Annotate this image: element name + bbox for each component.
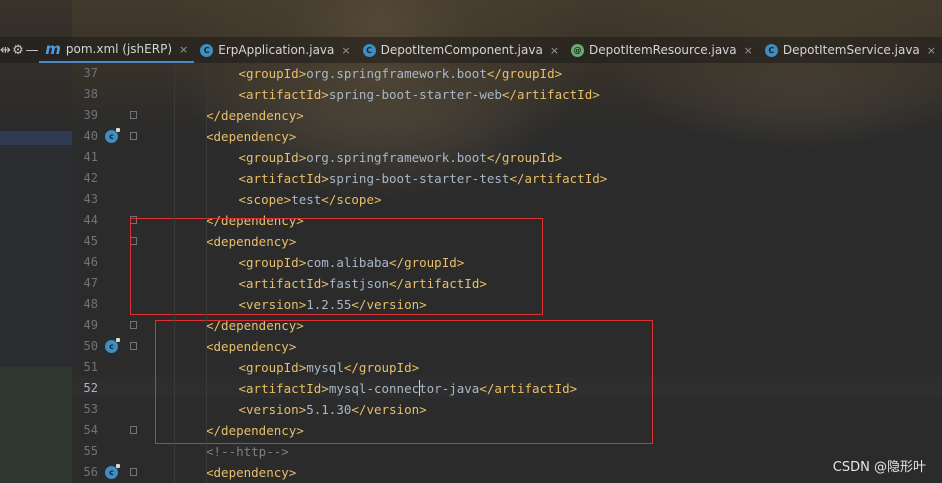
- fold-marker-icon[interactable]: [130, 342, 137, 350]
- spring-resource-icon: @: [571, 43, 585, 57]
- fold-marker-icon[interactable]: [130, 111, 137, 119]
- project-panel-edge: [0, 0, 72, 483]
- tab-label: DepotItemComponent.java: [380, 43, 543, 57]
- line-number: 43: [83, 192, 98, 206]
- editor-tab-bar: ⇹ ⚙ — m pom.xml (jshERP) × C ErpApplication.…: [0, 37, 942, 63]
- xml-tag: </groupId>: [486, 150, 563, 165]
- code-text: <artifactId>spring-boot-starter-test</ar…: [239, 168, 608, 189]
- dependency-gutter-icon[interactable]: c: [105, 128, 120, 143]
- highlight-box-mysql: [155, 320, 653, 444]
- line-number: 40: [83, 129, 98, 143]
- xml-tag: <artifactId>: [238, 171, 329, 186]
- close-tab-icon[interactable]: ×: [927, 44, 936, 57]
- highlight-box-fastjson: [130, 218, 543, 315]
- code-line[interactable]: 41 <groupId>org.springframework.boot</gro…: [72, 147, 942, 168]
- code-line[interactable]: 42 <artifactId>spring-boot-starter-test</…: [72, 168, 942, 189]
- xml-tag: <groupId>: [238, 66, 307, 81]
- tab-label: ErpApplication.java: [218, 43, 335, 57]
- xml-tag: </dependency>: [206, 108, 304, 123]
- editor-tab[interactable]: m pom.xml (jshERP) ×: [39, 37, 195, 63]
- xml-text: org.springframework.boot: [306, 150, 487, 165]
- tab-label: DepotItemService.java: [782, 43, 920, 57]
- line-number: 55: [83, 444, 98, 458]
- xml-text: spring-boot-starter-test: [328, 171, 510, 186]
- line-number: 48: [83, 297, 98, 311]
- xml-comment: <!--http-->: [206, 444, 289, 459]
- line-number: 38: [83, 87, 98, 101]
- xml-tag: <dependency>: [206, 465, 297, 480]
- editor-tab[interactable]: C DepotItemComponent.java ×: [357, 37, 565, 63]
- line-number: 53: [83, 402, 98, 416]
- editor-tab[interactable]: C DepotItemService.java ×: [759, 37, 942, 63]
- settings-gear-icon[interactable]: ⚙: [11, 37, 25, 63]
- line-number: 37: [83, 66, 98, 80]
- code-line[interactable]: 37 <groupId>org.springframework.boot</gro…: [72, 63, 942, 84]
- code-text: </dependency>: [206, 105, 304, 126]
- line-number: 45: [83, 234, 98, 248]
- indent-guide: [174, 63, 175, 483]
- xml-text: spring-boot-starter-web: [328, 87, 502, 102]
- dependency-gutter-icon[interactable]: c: [105, 464, 120, 479]
- editor-tab[interactable]: C ErpApplication.java ×: [194, 37, 356, 63]
- line-number: 47: [83, 276, 98, 290]
- close-tab-icon[interactable]: ×: [744, 44, 753, 57]
- project-panel-block: [0, 367, 72, 483]
- code-line[interactable]: 56 c <dependency>: [72, 462, 942, 483]
- split-arrows-icon[interactable]: ⇹: [0, 37, 11, 63]
- xml-text: test: [291, 192, 322, 207]
- xml-tag: </groupId>: [486, 66, 563, 81]
- xml-text: org.springframework.boot: [306, 66, 487, 81]
- tab-label: pom.xml (jshERP): [65, 42, 173, 56]
- code-text: <!--http-->: [206, 441, 289, 462]
- line-number: 41: [83, 150, 98, 164]
- fold-marker-icon[interactable]: [130, 468, 137, 476]
- line-number: 46: [83, 255, 98, 269]
- code-line[interactable]: 55 <!--http-->: [72, 441, 942, 462]
- java-class-icon: C: [362, 43, 376, 57]
- xml-tag: <artifactId>: [238, 87, 329, 102]
- hide-panel-icon[interactable]: —: [25, 37, 39, 63]
- dependency-gutter-icon[interactable]: c: [105, 338, 120, 353]
- xml-tag: <groupId>: [238, 150, 307, 165]
- line-number: 42: [83, 171, 98, 185]
- line-number: 50: [83, 339, 98, 353]
- line-number: 54: [83, 423, 98, 437]
- code-text: <groupId>org.springframework.boot</group…: [239, 63, 563, 84]
- line-number: 56: [83, 465, 98, 479]
- close-tab-icon[interactable]: ×: [179, 43, 188, 56]
- line-number: 39: [83, 108, 98, 122]
- code-text: <artifactId>spring-boot-starter-web</art…: [239, 84, 600, 105]
- fold-marker-icon[interactable]: [130, 426, 137, 434]
- indent-guide: [206, 63, 207, 483]
- code-text: <scope>test</scope>: [239, 189, 382, 210]
- xml-tag: </artifactId>: [501, 87, 600, 102]
- code-text: <dependency>: [206, 462, 296, 483]
- line-number: 44: [83, 213, 98, 227]
- code-text: <dependency>: [206, 126, 296, 147]
- xml-tag: </scope>: [321, 192, 382, 207]
- maven-file-icon: m: [45, 40, 61, 58]
- fold-marker-icon[interactable]: [130, 132, 137, 140]
- code-line[interactable]: 43 <scope>test</scope>: [72, 189, 942, 210]
- fold-marker-icon[interactable]: [130, 321, 137, 329]
- java-class-icon: C: [764, 43, 778, 57]
- line-number: 49: [83, 318, 98, 332]
- line-number: 52: [83, 381, 98, 395]
- java-class-icon: C: [200, 43, 214, 57]
- code-line[interactable]: 40 c <dependency>: [72, 126, 942, 147]
- csdn-watermark: CSDN @隐形叶: [832, 460, 926, 475]
- tab-label: DepotItemResource.java: [589, 43, 737, 57]
- code-text: <groupId>org.springframework.boot</group…: [239, 147, 563, 168]
- code-line[interactable]: 38 <artifactId>spring-boot-starter-web</a…: [72, 84, 942, 105]
- text-caret: [419, 380, 420, 396]
- editor-tab[interactable]: @ DepotItemResource.java ×: [565, 37, 759, 63]
- xml-tag: <scope>: [238, 192, 292, 207]
- code-line[interactable]: 39 </dependency>: [72, 105, 942, 126]
- xml-tag: </artifactId>: [509, 171, 608, 186]
- close-tab-icon[interactable]: ×: [550, 44, 559, 57]
- close-tab-icon[interactable]: ×: [341, 44, 350, 57]
- line-number: 51: [83, 360, 98, 374]
- project-selection-row[interactable]: [0, 131, 72, 145]
- xml-tag: <dependency>: [206, 129, 297, 144]
